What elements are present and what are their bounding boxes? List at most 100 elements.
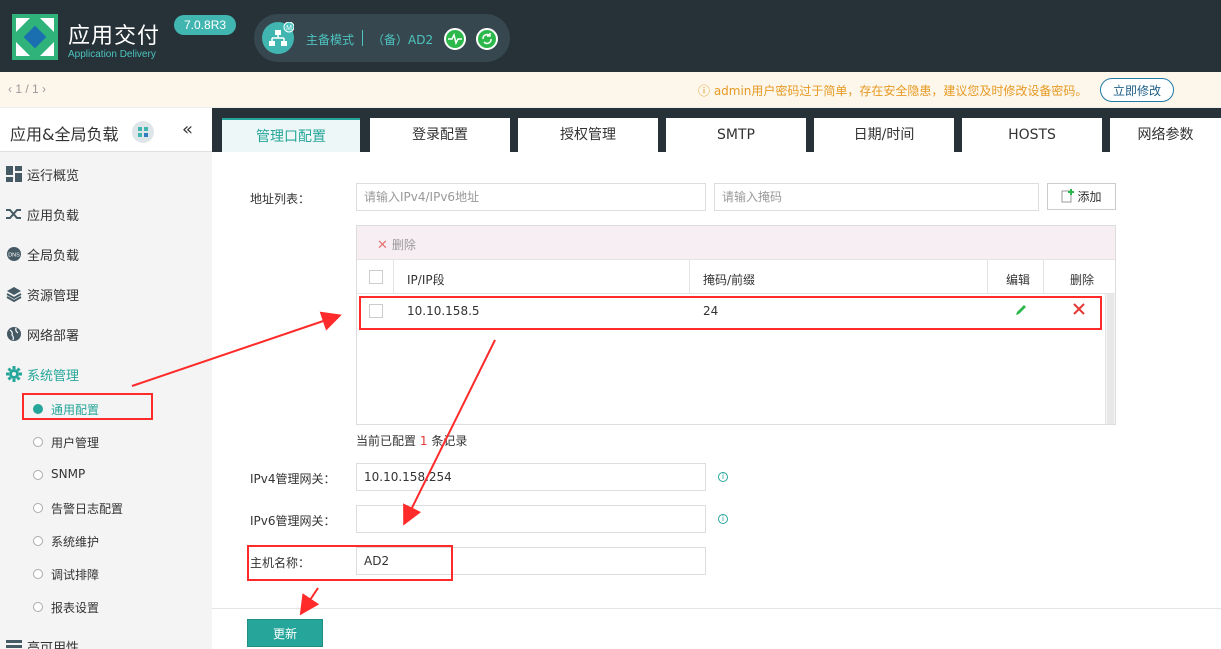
- tab-hosts[interactable]: HOSTS: [962, 118, 1102, 152]
- scrollbar-thumb[interactable]: [1107, 294, 1114, 424]
- ip-column-header: IP/IP段: [407, 273, 445, 287]
- info-icon[interactable]: i: [718, 514, 728, 524]
- add-file-icon: [1061, 189, 1075, 203]
- table-scrollbar[interactable]: [1105, 294, 1115, 424]
- top-header: 应用交付 Application Delivery 7.0.8R3 M 主备模式…: [0, 0, 1221, 72]
- nav-item-app-load[interactable]: 应用负载: [0, 194, 212, 234]
- dot-icon: [33, 470, 43, 480]
- gear-icon: [6, 366, 22, 382]
- brand-subtitle: Application Delivery: [68, 49, 156, 60]
- sidebar-header: 应用&全局负载 «: [0, 108, 212, 152]
- address-list-label: 地址列表：: [250, 192, 311, 206]
- ipv6-gateway-input[interactable]: [356, 505, 706, 533]
- nav-item-system[interactable]: 系统管理: [0, 354, 212, 394]
- tab-license[interactable]: 授权管理: [518, 118, 658, 152]
- footer-divider: [212, 608, 1221, 609]
- layers-icon: [6, 287, 22, 302]
- nav-item-high-availability[interactable]: 高可用性: [0, 626, 212, 649]
- tab-network-params[interactable]: 网络参数: [1110, 118, 1221, 152]
- ha-separator: [362, 30, 363, 46]
- annotation-box-ip-row: [359, 296, 1102, 330]
- nav-item-label: 网络部署: [27, 329, 80, 344]
- sub-item-maintenance[interactable]: 系统维护: [0, 524, 212, 557]
- svg-text:M: M: [286, 25, 292, 32]
- table-toolbar: ✕ 删除: [357, 226, 1115, 260]
- edit-column-header: 编辑: [1006, 273, 1031, 287]
- dot-icon: [33, 503, 43, 513]
- ipv4-gateway-input[interactable]: [356, 463, 706, 491]
- sub-item-label: 调试排障: [51, 568, 100, 582]
- column-divider: [393, 260, 394, 294]
- add-address-button[interactable]: 添加: [1047, 183, 1116, 210]
- batch-delete-button[interactable]: ✕ 删除: [377, 236, 416, 253]
- globe-icon: [7, 327, 21, 341]
- tab-smtp[interactable]: SMTP: [666, 118, 806, 152]
- globe-dns-icon: DNS: [7, 247, 21, 261]
- svg-text:DNS: DNS: [8, 253, 20, 259]
- annotation-box-hostname: [247, 545, 453, 581]
- sub-item-label: SNMP: [51, 467, 86, 481]
- module-switch-icon[interactable]: [132, 121, 154, 143]
- ip-address-input[interactable]: [356, 183, 706, 211]
- password-warning-text: ⓘ admin用户密码过于简单，存在安全隐患，建议您及时修改设备密码。: [698, 84, 1088, 98]
- dot-icon: [33, 602, 43, 612]
- sidebar: 应用&全局负载 « 运行概览 应用负载 DNS 全局负载 资源管理 网络部署 系…: [0, 108, 212, 649]
- sub-item-report[interactable]: 报表设置: [0, 590, 212, 623]
- close-icon: ✕: [377, 238, 388, 253]
- batch-delete-label: 删除: [391, 238, 416, 252]
- dashboard-icon: [6, 166, 22, 182]
- notice-bar: ‹ 1 / 1 › ⓘ admin用户密码过于简单，存在安全隐患，建议您及时修改…: [0, 72, 1221, 108]
- select-all-checkbox[interactable]: [369, 270, 383, 284]
- nav-item-label: 高可用性: [27, 641, 80, 649]
- nav-item-label: 全局负载: [27, 249, 80, 264]
- change-password-button[interactable]: 立即修改: [1100, 78, 1174, 102]
- list-icon: [6, 640, 22, 648]
- table-header: IP/IP段 掩码/前缀 编辑 删除: [357, 260, 1115, 294]
- ha-status-panel[interactable]: M 主备模式 （备）AD2: [254, 14, 510, 62]
- info-icon[interactable]: i: [718, 472, 728, 482]
- nav-item-label: 应用负载: [27, 209, 80, 224]
- column-divider: [987, 260, 988, 294]
- nav-item-label: 运行概览: [27, 169, 80, 184]
- sub-item-label: 用户管理: [51, 436, 100, 450]
- nav-item-resources[interactable]: 资源管理: [0, 274, 212, 314]
- column-divider: [689, 260, 690, 294]
- tab-login[interactable]: 登录配置: [370, 118, 510, 152]
- record-count-suffix: 条记录: [431, 434, 468, 448]
- ha-mode-label: 主备模式: [306, 33, 355, 47]
- sub-item-debug[interactable]: 调试排障: [0, 557, 212, 590]
- heartbeat-status-icon[interactable]: [444, 28, 466, 50]
- sub-item-snmp[interactable]: SNMP: [0, 458, 212, 491]
- sidebar-title[interactable]: 应用&全局负载: [10, 121, 118, 145]
- ipv4-gateway-label: IPv4管理网关：: [250, 472, 336, 486]
- record-count-prefix: 当前已配置: [356, 434, 417, 448]
- mask-input[interactable]: [714, 183, 1039, 211]
- tab-mgmt-port[interactable]: 管理口配置: [222, 118, 360, 152]
- ha-device-label: （备）AD2: [372, 33, 434, 47]
- nav-item-label: 系统管理: [27, 369, 80, 384]
- shuffle-icon: [6, 209, 21, 219]
- ha-topology-icon: M: [262, 21, 295, 54]
- tab-datetime[interactable]: 日期/时间: [814, 118, 954, 152]
- sub-item-users[interactable]: 用户管理: [0, 425, 212, 458]
- sub-item-label: 告警日志配置: [51, 502, 124, 516]
- sub-item-label: 报表设置: [51, 601, 100, 615]
- sub-item-label: 系统维护: [51, 535, 100, 549]
- record-count-number: 1: [419, 434, 428, 448]
- nav-item-overview[interactable]: 运行概览: [0, 154, 212, 194]
- page-pager[interactable]: ‹ 1 / 1 ›: [8, 82, 46, 96]
- nav-item-global-load[interactable]: DNS 全局负载: [0, 234, 212, 274]
- sub-item-alert-log[interactable]: 告警日志配置: [0, 491, 212, 524]
- brand-name: 应用交付: [68, 24, 161, 49]
- mask-column-header: 掩码/前缀: [703, 273, 756, 287]
- record-count-text: 当前已配置 1 条记录: [356, 432, 467, 449]
- delete-column-header: 删除: [1070, 273, 1095, 287]
- tab-bar: 管理口配置 登录配置 授权管理 SMTP 日期/时间 HOSTS 网络参数: [212, 108, 1221, 152]
- dot-icon: [33, 536, 43, 546]
- nav-item-network[interactable]: 网络部署: [0, 314, 212, 354]
- update-button[interactable]: 更新: [247, 619, 323, 647]
- sync-status-icon[interactable]: [476, 28, 498, 50]
- dot-icon: [33, 437, 43, 447]
- dot-icon: [33, 569, 43, 579]
- collapse-sidebar-icon[interactable]: «: [182, 119, 193, 140]
